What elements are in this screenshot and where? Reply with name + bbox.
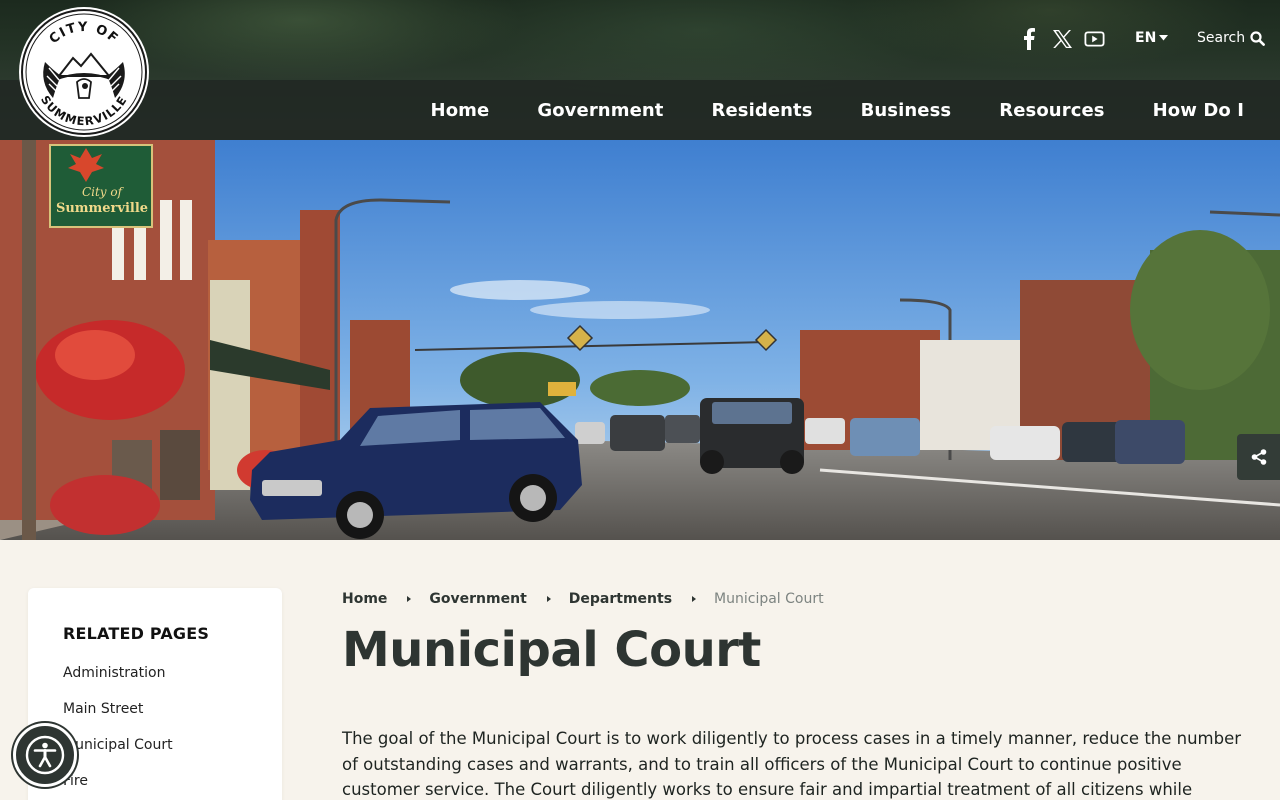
related-pages-list: Administration Main Street Municipal Cou… <box>63 665 282 800</box>
breadcrumb-separator-icon <box>692 596 697 602</box>
x-twitter-icon[interactable] <box>1051 27 1073 51</box>
related-link-fire[interactable]: Fire <box>63 773 282 800</box>
accessibility-icon <box>25 735 65 775</box>
nav-item-government[interactable]: Government <box>513 100 687 121</box>
related-link-main-street[interactable]: Main Street <box>63 701 282 737</box>
hero-sign-text-1: City of <box>82 185 125 199</box>
breadcrumb-government[interactable]: Government <box>429 591 526 607</box>
nav-item-residents[interactable]: Residents <box>688 100 837 121</box>
breadcrumb-departments[interactable]: Departments <box>569 591 672 607</box>
accessibility-button[interactable] <box>13 723 77 787</box>
hero-image: City of Summerville <box>0 140 1280 540</box>
page-title: Municipal Court <box>342 622 761 678</box>
share-icon <box>1251 449 1266 465</box>
related-link-municipal-court[interactable]: Municipal Court <box>63 737 282 773</box>
related-pages-heading: RELATED PAGES <box>63 624 210 643</box>
search-label: Search <box>1197 30 1246 46</box>
breadcrumb-home[interactable]: Home <box>342 591 387 607</box>
intro-paragraph: The goal of the Municipal Court is to wo… <box>342 729 1242 799</box>
share-button[interactable] <box>1237 434 1280 480</box>
related-link-administration[interactable]: Administration <box>63 665 282 701</box>
search-icon <box>1250 30 1266 46</box>
nav-item-how-do-i[interactable]: How Do I <box>1129 100 1280 121</box>
caret-down-icon <box>1159 35 1169 41</box>
language-selector[interactable]: EN <box>1135 30 1169 46</box>
nav-item-business[interactable]: Business <box>837 100 976 121</box>
breadcrumb-current: Municipal Court <box>714 591 824 607</box>
city-logo[interactable]: CITY OF SUMMERVILLE <box>15 6 153 138</box>
hero-sign-text-2: Summerville <box>56 201 148 216</box>
breadcrumb-separator-icon <box>546 596 551 602</box>
nav-item-home[interactable]: Home <box>407 100 514 121</box>
search-button[interactable]: Search <box>1197 30 1266 46</box>
nav-item-resources[interactable]: Resources <box>975 100 1128 121</box>
breadcrumb-separator-icon <box>407 596 412 602</box>
facebook-icon[interactable] <box>1020 27 1038 51</box>
youtube-icon[interactable] <box>1083 27 1105 51</box>
breadcrumb: Home Government Departments Municipal Co… <box>342 591 824 607</box>
language-label: EN <box>1135 30 1157 46</box>
main-navigation: Home Government Residents Business Resou… <box>407 80 1280 140</box>
